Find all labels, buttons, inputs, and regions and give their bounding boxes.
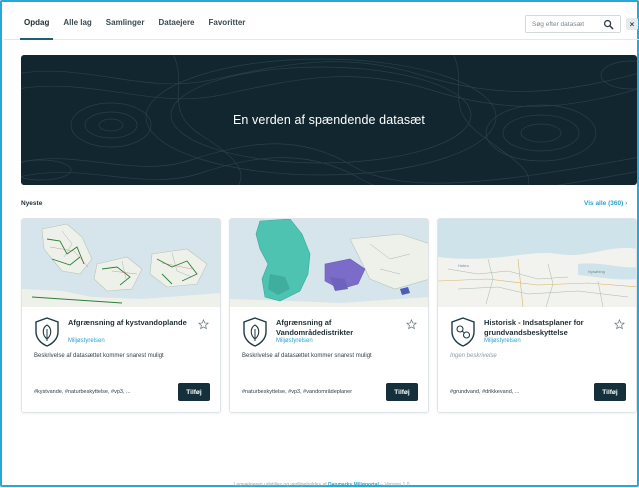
map-thumbnail: Nykøbing Hobro [438, 219, 636, 307]
add-button[interactable]: Tilføj [386, 383, 418, 401]
star-icon[interactable] [406, 319, 417, 330]
footer-link[interactable]: Danmarks Miljøportal [328, 482, 379, 488]
hero-banner: En verden af spændende datasæt [21, 55, 637, 185]
tab-favoritter[interactable]: Favoritter [209, 4, 246, 40]
search-icon[interactable] [603, 19, 614, 30]
svg-text:Nykøbing: Nykøbing [588, 269, 605, 274]
card-publisher: Miljøstyrelsen [276, 338, 313, 344]
dataset-card[interactable]: Afgrænsning af kystvandoplande Miljøstyr… [21, 218, 221, 413]
search-box [525, 15, 621, 33]
star-icon[interactable] [198, 319, 209, 330]
card-publisher: Miljøstyrelsen [484, 338, 521, 344]
close-button[interactable]: × [626, 18, 638, 30]
card-title[interactable]: Afgrænsning af Vandområdedistrikter [276, 318, 406, 337]
map-thumbnail [230, 219, 428, 307]
footer-version: – Version 1.0 [380, 482, 410, 488]
svg-text:Hobro: Hobro [458, 263, 470, 268]
dataset-card[interactable]: Afgrænsning af Vandområdedistrikter Milj… [229, 218, 429, 413]
add-button[interactable]: Tilføj [178, 383, 210, 401]
star-icon[interactable] [614, 319, 625, 330]
card-tags: #kystvande, #naturbeskyttelse, #vp3, ... [34, 389, 131, 395]
tab-opdag[interactable]: Opdag [19, 4, 54, 40]
card-title[interactable]: Historisk - Indsatsplaner for grundvands… [484, 318, 614, 337]
molecule-shield-icon [451, 317, 475, 347]
card-tags: #naturbeskyttelse, #vp3, #vandområdeplan… [242, 389, 353, 395]
add-button[interactable]: Tilføj [594, 383, 626, 401]
leaf-shield-icon [35, 317, 59, 347]
card-description: Ingen beskrivelse [450, 353, 497, 359]
card-publisher: Miljøstyrelsen [68, 338, 105, 344]
card-tags: #grundvand, #drikkevand, ... [450, 389, 520, 395]
nav-tabs: Opdag Alle lag Samlinger Dataejere Favor… [19, 4, 246, 40]
footer: Lagvælgeren udstilles og vedligeholdes a… [2, 482, 639, 488]
tab-samlinger[interactable]: Samlinger [106, 4, 145, 40]
hero-title: En verden af spændende datasæt [232, 113, 426, 127]
search-input[interactable] [532, 20, 602, 28]
leaf-shield-icon [243, 317, 267, 347]
dataset-card[interactable]: Nykøbing Hobro Historisk - Indsatsplaner… [437, 218, 637, 413]
app-frame: Opdag Alle lag Samlinger Dataejere Favor… [0, 0, 639, 488]
tab-dataejere[interactable]: Dataejere [158, 4, 194, 40]
card-description: Beskrivelse af datasættet kommer snarest… [242, 353, 372, 359]
map-thumbnail [22, 219, 220, 307]
footer-text: Lagvælgeren udstilles og vedligeholdes a… [233, 482, 327, 488]
section-label: Nyeste [21, 200, 43, 207]
tab-alle-lag[interactable]: Alle lag [63, 4, 91, 40]
see-all-link[interactable]: Vis alle (360) › [584, 200, 627, 207]
card-description: Beskrivelse af datasættet kommer snarest… [34, 353, 164, 359]
card-title[interactable]: Afgrænsning af kystvandoplande [68, 318, 198, 328]
